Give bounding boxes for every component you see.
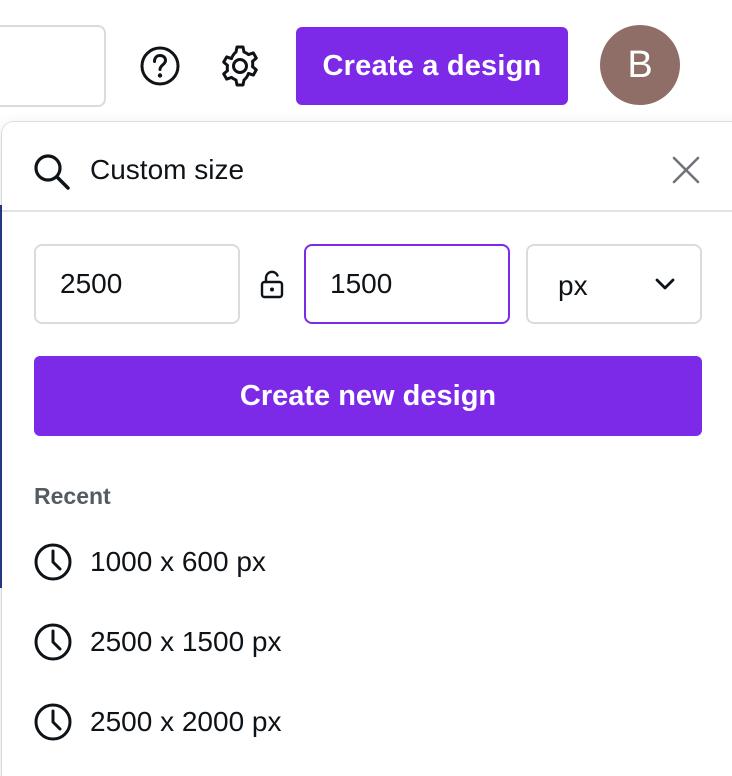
create-a-design-button[interactable]: Create a design xyxy=(296,27,568,105)
settings-button[interactable] xyxy=(214,40,266,92)
chevron-down-icon xyxy=(655,278,675,290)
help-button[interactable] xyxy=(134,40,186,92)
unlock-icon xyxy=(260,270,284,299)
recent-item[interactable]: 2500 x 2000 px xyxy=(24,687,714,757)
panel-search-bar: Custom size xyxy=(2,122,732,212)
recent-item-label: 2500 x 1500 px xyxy=(90,626,282,657)
height-input[interactable] xyxy=(304,244,510,324)
question-circle-icon xyxy=(140,46,180,86)
search-icon xyxy=(30,150,74,194)
page: Create a design B Custom size 2500 1500 … xyxy=(0,0,732,776)
clock-icon xyxy=(28,697,78,747)
unit-select[interactable]: px xyxy=(526,244,702,324)
avatar[interactable]: B xyxy=(600,25,680,105)
recent-heading: Recent xyxy=(34,483,111,509)
recent-item[interactable]: 1000 x 600 px xyxy=(24,527,714,597)
gear-icon xyxy=(222,45,258,87)
close-button[interactable] xyxy=(666,150,706,190)
recent-item[interactable]: 2500 x 1500 px xyxy=(24,607,714,677)
recent-item-label: 1000 x 600 px xyxy=(90,546,266,577)
search-input[interactable]: Custom size xyxy=(90,152,244,188)
custom-size-panel: Custom size px Create new design xyxy=(2,122,732,776)
aspect-lock-button[interactable] xyxy=(256,266,288,302)
unit-selected-value: px xyxy=(558,270,588,301)
create-new-design-button[interactable]: Create new design xyxy=(34,356,702,436)
width-input[interactable] xyxy=(34,244,240,324)
clock-icon xyxy=(28,617,78,667)
clock-icon xyxy=(28,537,78,587)
recent-item-label: 2500 x 2000 px xyxy=(90,706,282,737)
header-search-box[interactable] xyxy=(0,25,106,107)
close-icon xyxy=(672,156,700,184)
